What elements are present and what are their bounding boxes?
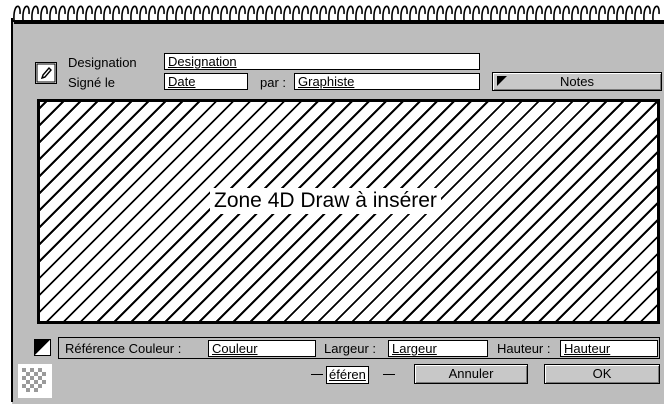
- hauteur-label: Hauteur :: [497, 341, 551, 356]
- graphiste-value: Graphiste: [298, 74, 355, 89]
- largeur-field[interactable]: Largeur: [388, 340, 488, 357]
- graphiste-field[interactable]: Graphiste: [294, 73, 480, 90]
- couleur-field[interactable]: Couleur: [208, 340, 316, 357]
- form-window: Designation Designation Signé le Date pa…: [0, 0, 664, 404]
- corner-triangle-icon: [497, 76, 507, 86]
- par-label: par :: [260, 75, 287, 90]
- designation-field[interactable]: Designation: [164, 53, 480, 70]
- signe-le-label: Signé le: [68, 75, 115, 90]
- checker-icon: [18, 364, 52, 398]
- draw-zone-label: Zone 4D Draw à insérer: [210, 188, 441, 214]
- frame-left-border: [11, 18, 13, 402]
- notes-button[interactable]: Notes: [492, 72, 662, 91]
- largeur-value: Largeur: [392, 341, 437, 356]
- date-value: Date: [168, 74, 196, 89]
- reference-link[interactable]: éféren: [326, 366, 369, 384]
- designation-value: Designation: [168, 54, 237, 69]
- annuler-button[interactable]: Annuler: [414, 364, 528, 384]
- reference-dash-left: [311, 374, 323, 375]
- ref-couleur-label: Référence Couleur :: [65, 341, 182, 356]
- notes-button-label: Notes: [560, 74, 594, 89]
- hauteur-value: Hauteur: [564, 341, 611, 356]
- ok-button[interactable]: OK: [544, 364, 660, 384]
- pencil-icon[interactable]: [35, 62, 57, 84]
- largeur-label: Largeur :: [324, 341, 377, 356]
- reference-dash-right: [383, 374, 395, 375]
- designation-label: Designation: [68, 55, 137, 70]
- date-field[interactable]: Date: [164, 73, 248, 90]
- couleur-value: Couleur: [212, 341, 258, 356]
- form-panel: Designation Designation Signé le Date pa…: [14, 22, 664, 404]
- spiral-binding: [0, 0, 664, 22]
- draw-zone[interactable]: Zone 4D Draw à insérer: [37, 99, 660, 324]
- hauteur-field[interactable]: Hauteur: [560, 340, 658, 357]
- color-swatch-icon[interactable]: [34, 339, 51, 356]
